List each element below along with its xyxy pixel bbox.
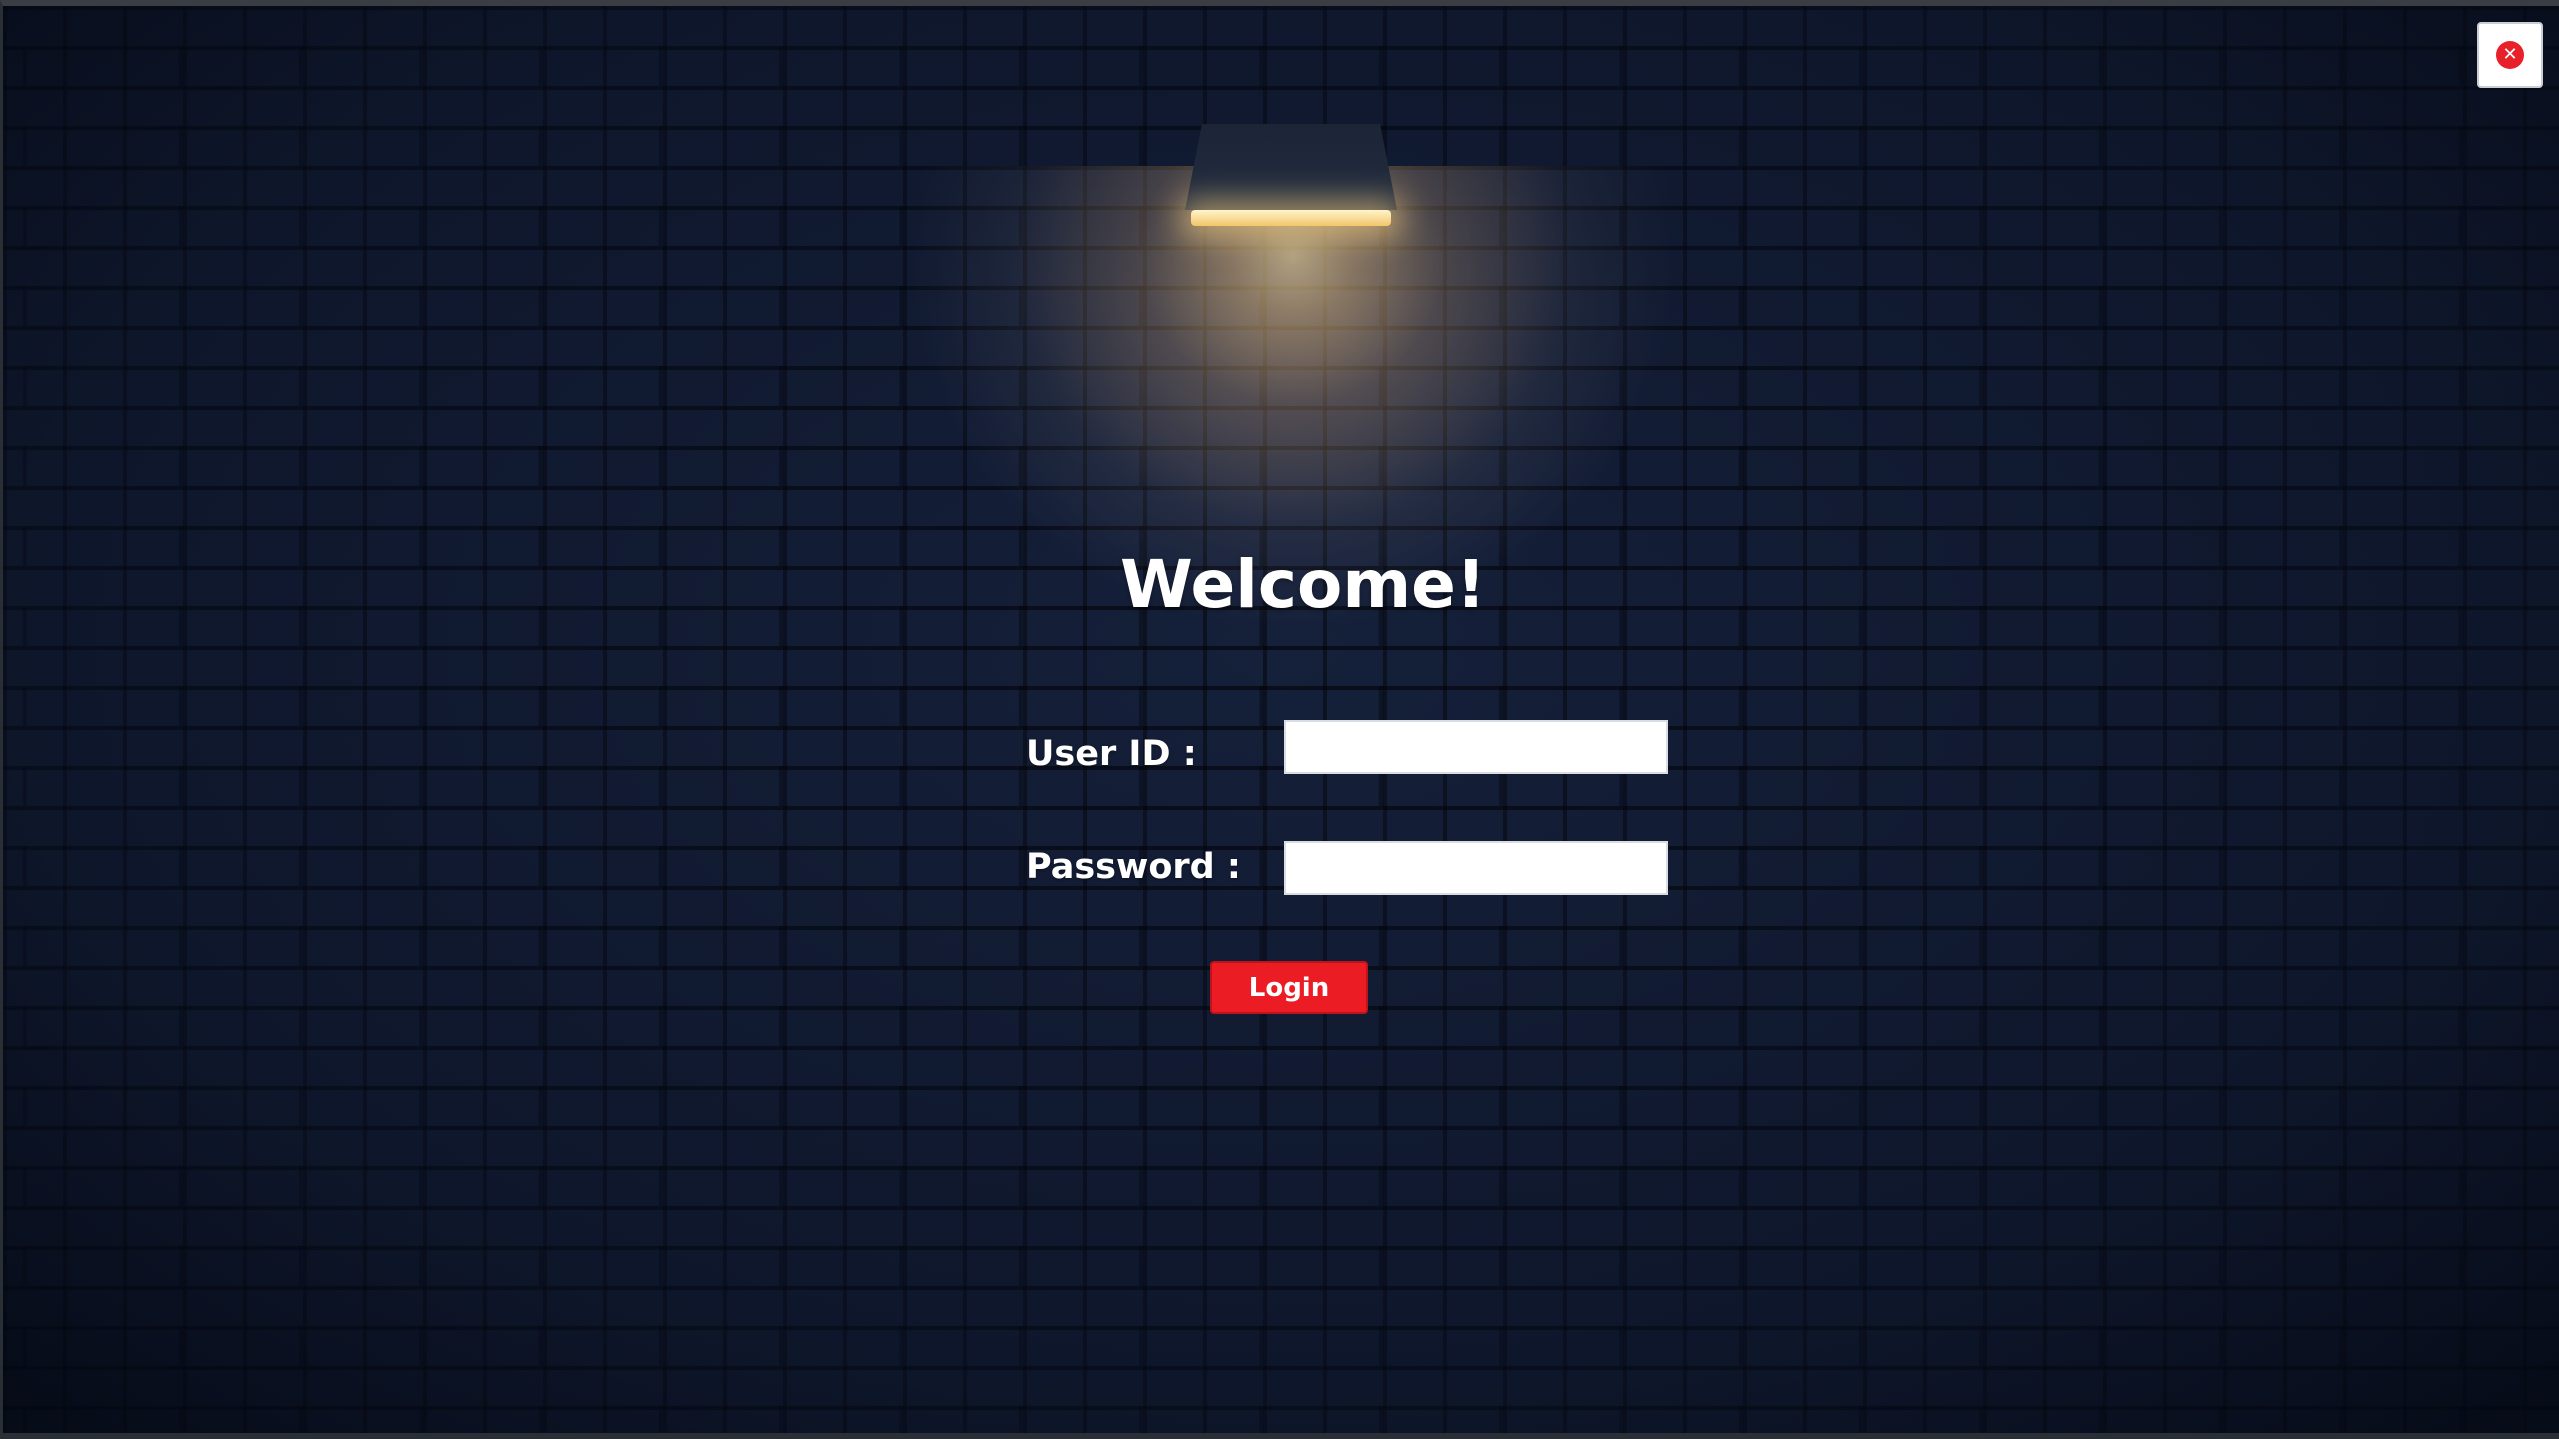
wall-lamp-body <box>1185 124 1397 210</box>
wall-lamp <box>1171 124 1411 244</box>
login-button[interactable]: Login <box>1210 961 1368 1014</box>
login-window: ✕ Welcome! User ID : Password : Login <box>0 0 2559 1439</box>
welcome-title: Welcome! <box>1120 546 1486 623</box>
user-id-input[interactable] <box>1284 720 1668 774</box>
password-label: Password : <box>1026 847 1241 887</box>
close-button[interactable]: ✕ <box>2477 22 2543 88</box>
wall-lamp-bulb <box>1191 210 1391 226</box>
close-icon: ✕ <box>2496 41 2524 69</box>
password-input[interactable] <box>1284 841 1668 895</box>
user-id-label: User ID : <box>1026 734 1197 774</box>
